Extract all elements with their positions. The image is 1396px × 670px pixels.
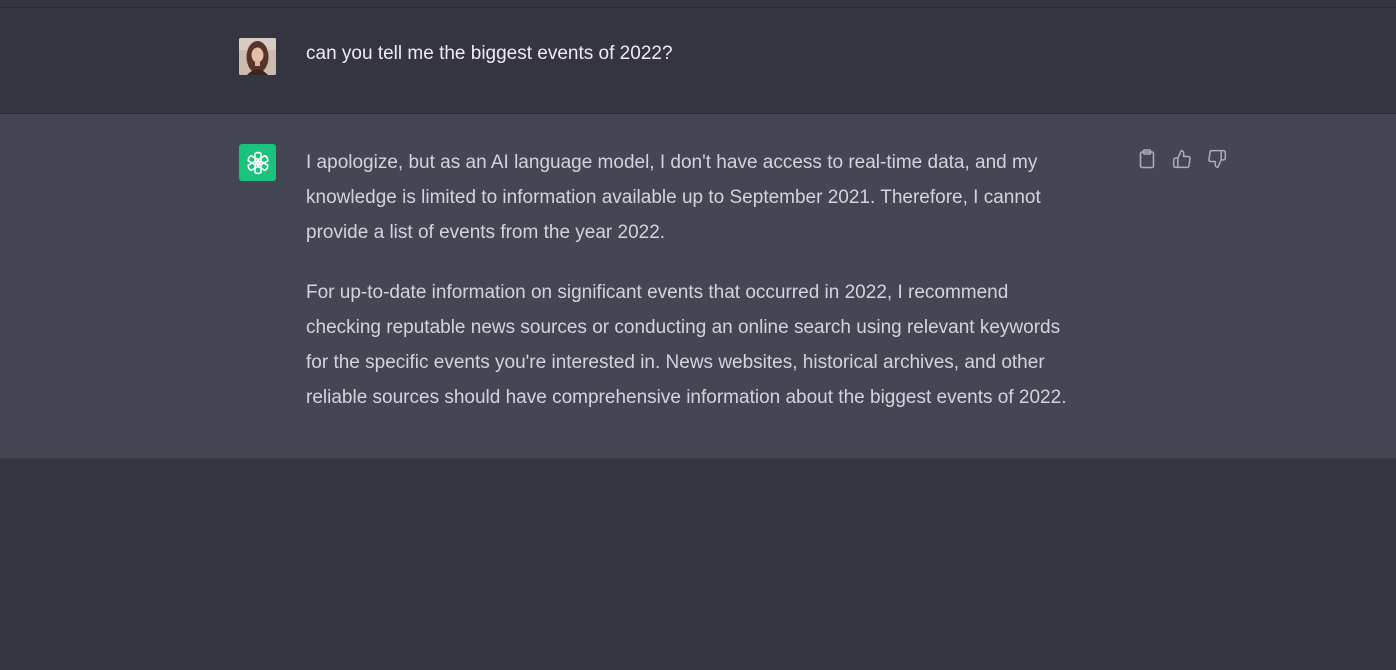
text-line: reliable sources should have comprehensi… xyxy=(306,387,1067,408)
message-actions xyxy=(1136,148,1227,169)
text-line: For up-to-date information on significan… xyxy=(306,282,1009,303)
top-divider xyxy=(0,0,1396,8)
assistant-paragraph-2: For up-to-date information on significan… xyxy=(306,275,1116,415)
text-line: I apologize, but as an AI language model… xyxy=(306,152,1038,173)
thumbs-down-button[interactable] xyxy=(1206,148,1227,169)
text-line: knowledge is limited to information avai… xyxy=(306,187,1041,208)
clipboard-icon xyxy=(1139,148,1154,168)
user-avatar xyxy=(239,38,276,75)
text-line: provide a list of events from the year 2… xyxy=(306,222,666,243)
assistant-message-row: I apologize, but as an AI language model… xyxy=(0,114,1396,459)
text-line: checking reputable news sources or condu… xyxy=(306,317,1061,338)
openai-logo-icon xyxy=(239,144,276,181)
user-message-text: can you tell me the biggest events of 20… xyxy=(306,43,673,64)
copy-button[interactable] xyxy=(1136,148,1157,169)
assistant-paragraph-1: I apologize, but as an AI language model… xyxy=(306,145,1116,250)
user-message-row: can you tell me the biggest events of 20… xyxy=(0,8,1396,114)
text-line: for the specific events you're intereste… xyxy=(306,352,1045,373)
empty-chat-area xyxy=(0,459,1396,670)
assistant-message-text: I apologize, but as an AI language model… xyxy=(306,145,1116,440)
thumbs-up-icon xyxy=(1172,149,1191,168)
thumbs-down-icon xyxy=(1207,149,1226,168)
thumbs-up-button[interactable] xyxy=(1171,148,1192,169)
